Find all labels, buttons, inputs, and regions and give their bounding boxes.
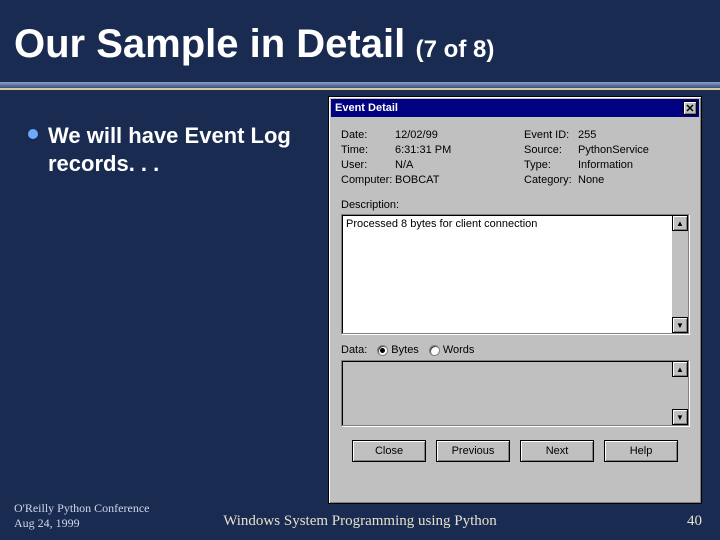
eventid-value: 255 (578, 129, 689, 141)
category-label: Category: (524, 174, 578, 186)
radio-icon (429, 345, 440, 356)
time-value: 6:31:31 PM (395, 144, 506, 156)
category-value: None (578, 174, 689, 186)
next-button[interactable]: Next (520, 440, 594, 462)
computer-value: BOBCAT (395, 174, 506, 186)
data-hex-box[interactable]: ▲ ▼ (341, 360, 689, 426)
radio-icon (377, 345, 388, 356)
user-value: N/A (395, 159, 506, 171)
close-label: Close (375, 445, 403, 457)
close-button[interactable]: ✕ (683, 101, 697, 115)
footer-center: Windows System Programming using Python (0, 513, 720, 530)
eventid-label: Event ID: (524, 129, 578, 141)
data-label: Data: (341, 344, 367, 356)
dialog-title: Event Detail (335, 102, 398, 114)
next-label: Next (546, 445, 569, 457)
chevron-down-icon: ▼ (676, 413, 684, 422)
scrollbar[interactable]: ▲ ▼ (672, 361, 688, 425)
radio-words[interactable]: Words (429, 344, 475, 356)
scroll-down-button[interactable]: ▼ (672, 409, 688, 425)
scrollbar[interactable]: ▲ ▼ (672, 215, 688, 333)
chevron-down-icon: ▼ (676, 321, 684, 330)
source-label: Source: (524, 144, 578, 156)
scroll-up-button[interactable]: ▲ (672, 215, 688, 231)
slide-title: Our Sample in Detail (7 of 8) (14, 22, 494, 67)
user-label: User: (341, 159, 395, 171)
dialog-titlebar[interactable]: Event Detail ✕ (331, 99, 699, 117)
bullet-dot-icon (28, 129, 38, 139)
description-textbox[interactable]: Processed 8 bytes for client connection … (341, 214, 689, 334)
source-value: PythonService (578, 144, 689, 156)
scroll-down-button[interactable]: ▼ (672, 317, 688, 333)
type-value: Information (578, 159, 689, 171)
computer-label: Computer: (341, 174, 395, 186)
previous-label: Previous (452, 445, 495, 457)
bullet-item: We will have Event Log records. . . (28, 122, 318, 177)
description-label: Description: (341, 199, 689, 211)
date-value: 12/02/99 (395, 129, 506, 141)
chevron-up-icon: ▲ (676, 365, 684, 374)
bullet-text: We will have Event Log records. . . (48, 122, 318, 177)
title-subcount: (7 of 8) (416, 36, 495, 63)
help-label: Help (630, 445, 653, 457)
close-dialog-button[interactable]: Close (352, 440, 426, 462)
radio-words-label: Words (443, 344, 475, 356)
help-button[interactable]: Help (604, 440, 678, 462)
radio-bytes[interactable]: Bytes (377, 344, 419, 356)
date-label: Date: (341, 129, 395, 141)
type-label: Type: (524, 159, 578, 171)
radio-bytes-label: Bytes (391, 344, 419, 356)
close-icon: ✕ (685, 102, 694, 115)
previous-button[interactable]: Previous (436, 440, 510, 462)
title-underline (0, 82, 720, 88)
title-main: Our Sample in Detail (14, 22, 405, 66)
event-detail-dialog: Event Detail ✕ Date:12/02/99 Time:6:31:3… (328, 96, 702, 504)
chevron-up-icon: ▲ (676, 219, 684, 228)
time-label: Time: (341, 144, 395, 156)
scroll-up-button[interactable]: ▲ (672, 361, 688, 377)
page-number: 40 (687, 513, 702, 530)
description-text: Processed 8 bytes for client connection (346, 218, 537, 230)
